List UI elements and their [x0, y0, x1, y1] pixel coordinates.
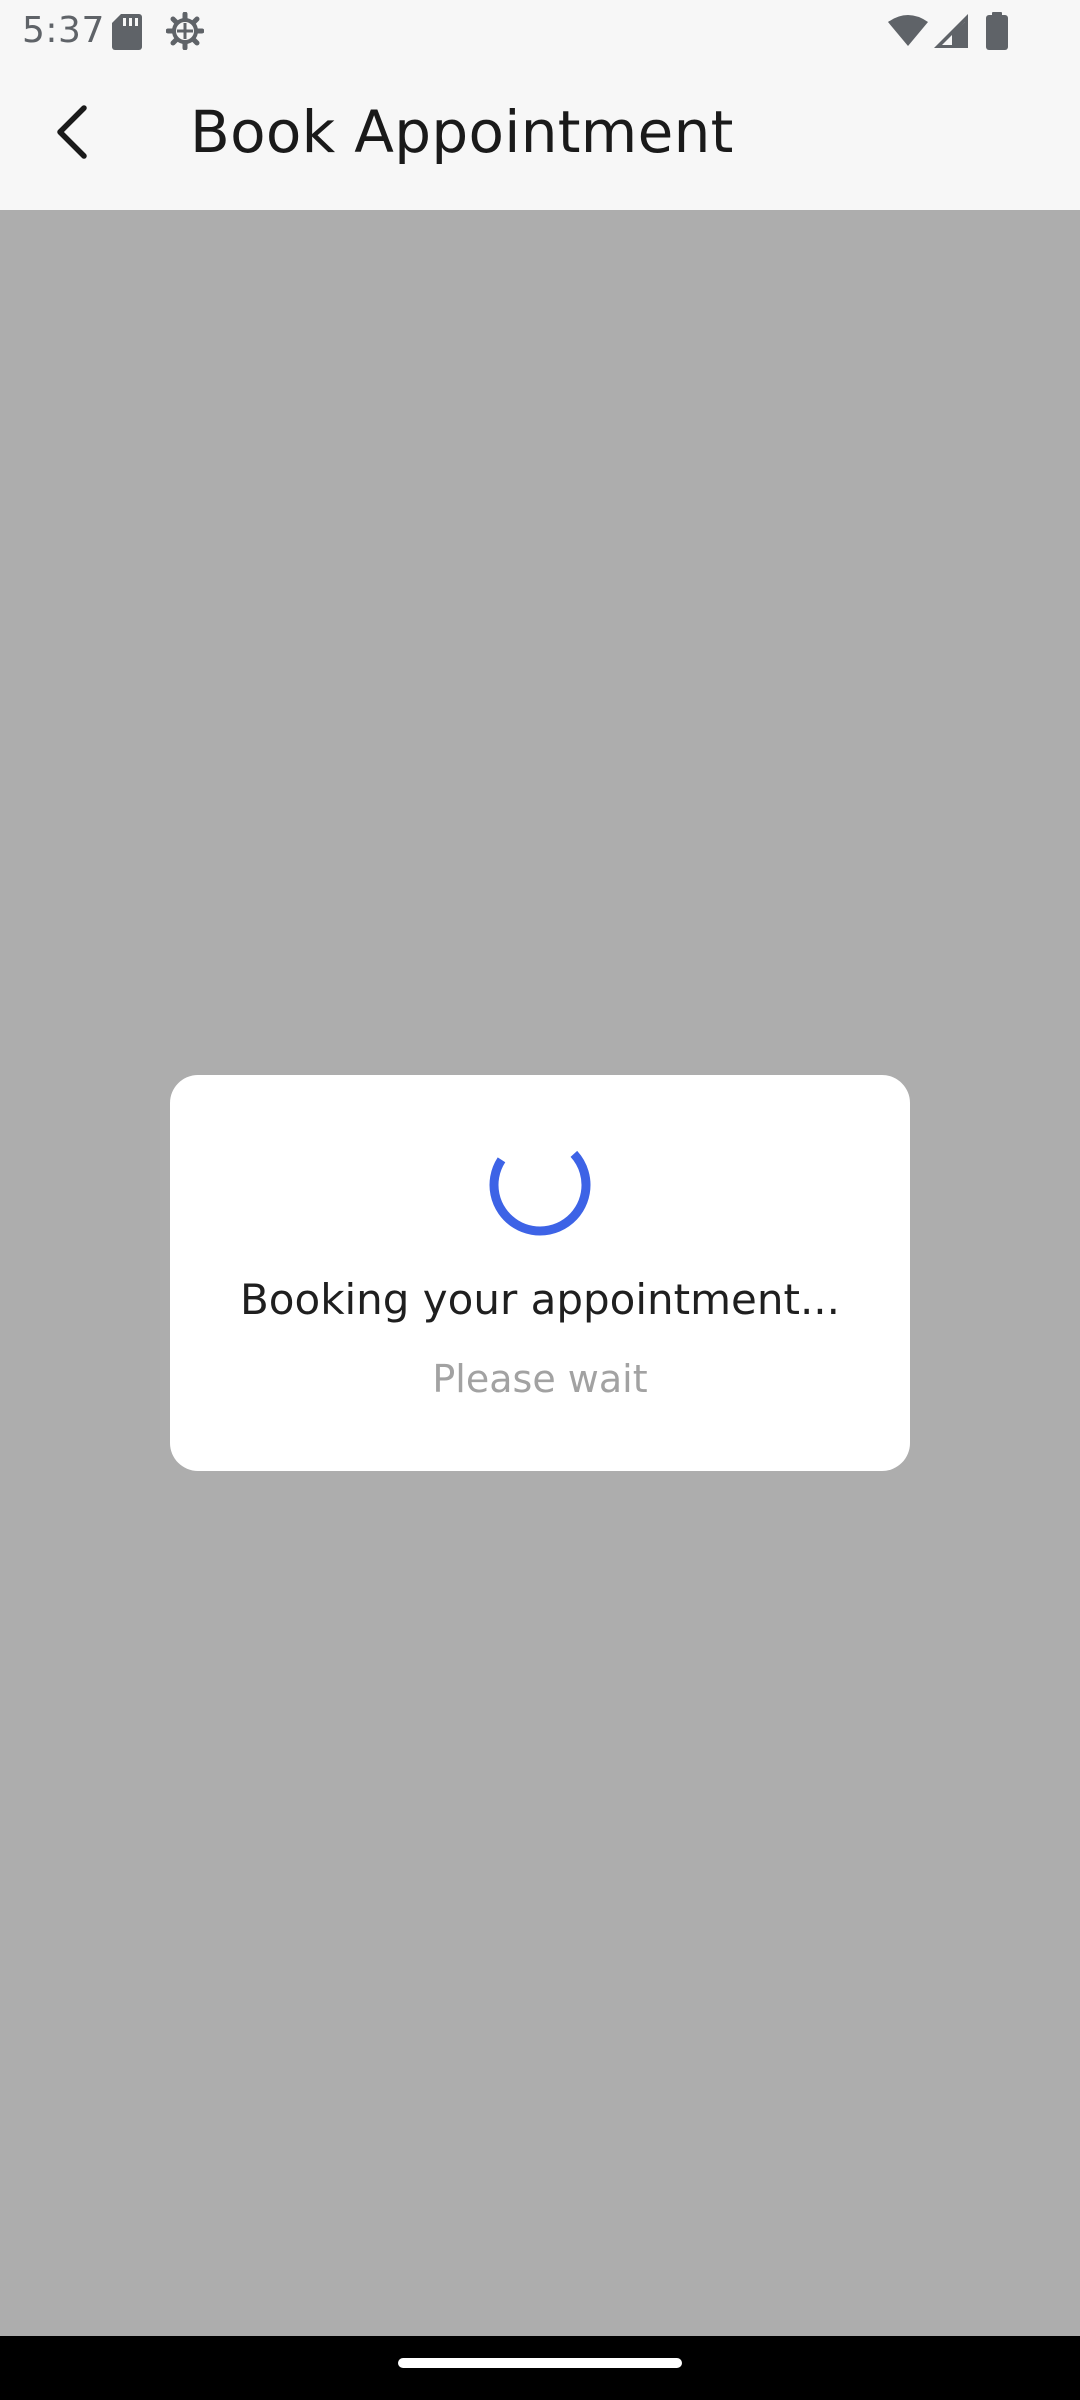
wifi-icon — [888, 15, 928, 46]
loading-dialog: Booking your appointment... Please wait — [170, 1075, 910, 1471]
app-bar: Book Appointment — [0, 64, 1080, 210]
screen: 5:37 Book Appointment Booking your appoi… — [0, 0, 1080, 2400]
battery-icon — [986, 12, 1008, 50]
settings-gear-icon — [166, 12, 204, 50]
status-time: 5:37 — [22, 10, 105, 51]
dialog-subtitle: Please wait — [432, 1357, 648, 1401]
loading-spinner-icon — [489, 1134, 591, 1236]
chevron-left-icon — [57, 105, 87, 159]
home-indicator[interactable] — [398, 2358, 682, 2368]
status-bar: 5:37 — [0, 0, 1080, 64]
page-title: Book Appointment — [190, 98, 734, 166]
cell-signal-icon — [934, 14, 968, 48]
dialog-title: Booking your appointment... — [239, 1275, 841, 1324]
back-button[interactable] — [36, 94, 112, 170]
sd-card-icon — [112, 14, 142, 50]
navigation-bar — [0, 2336, 1080, 2400]
